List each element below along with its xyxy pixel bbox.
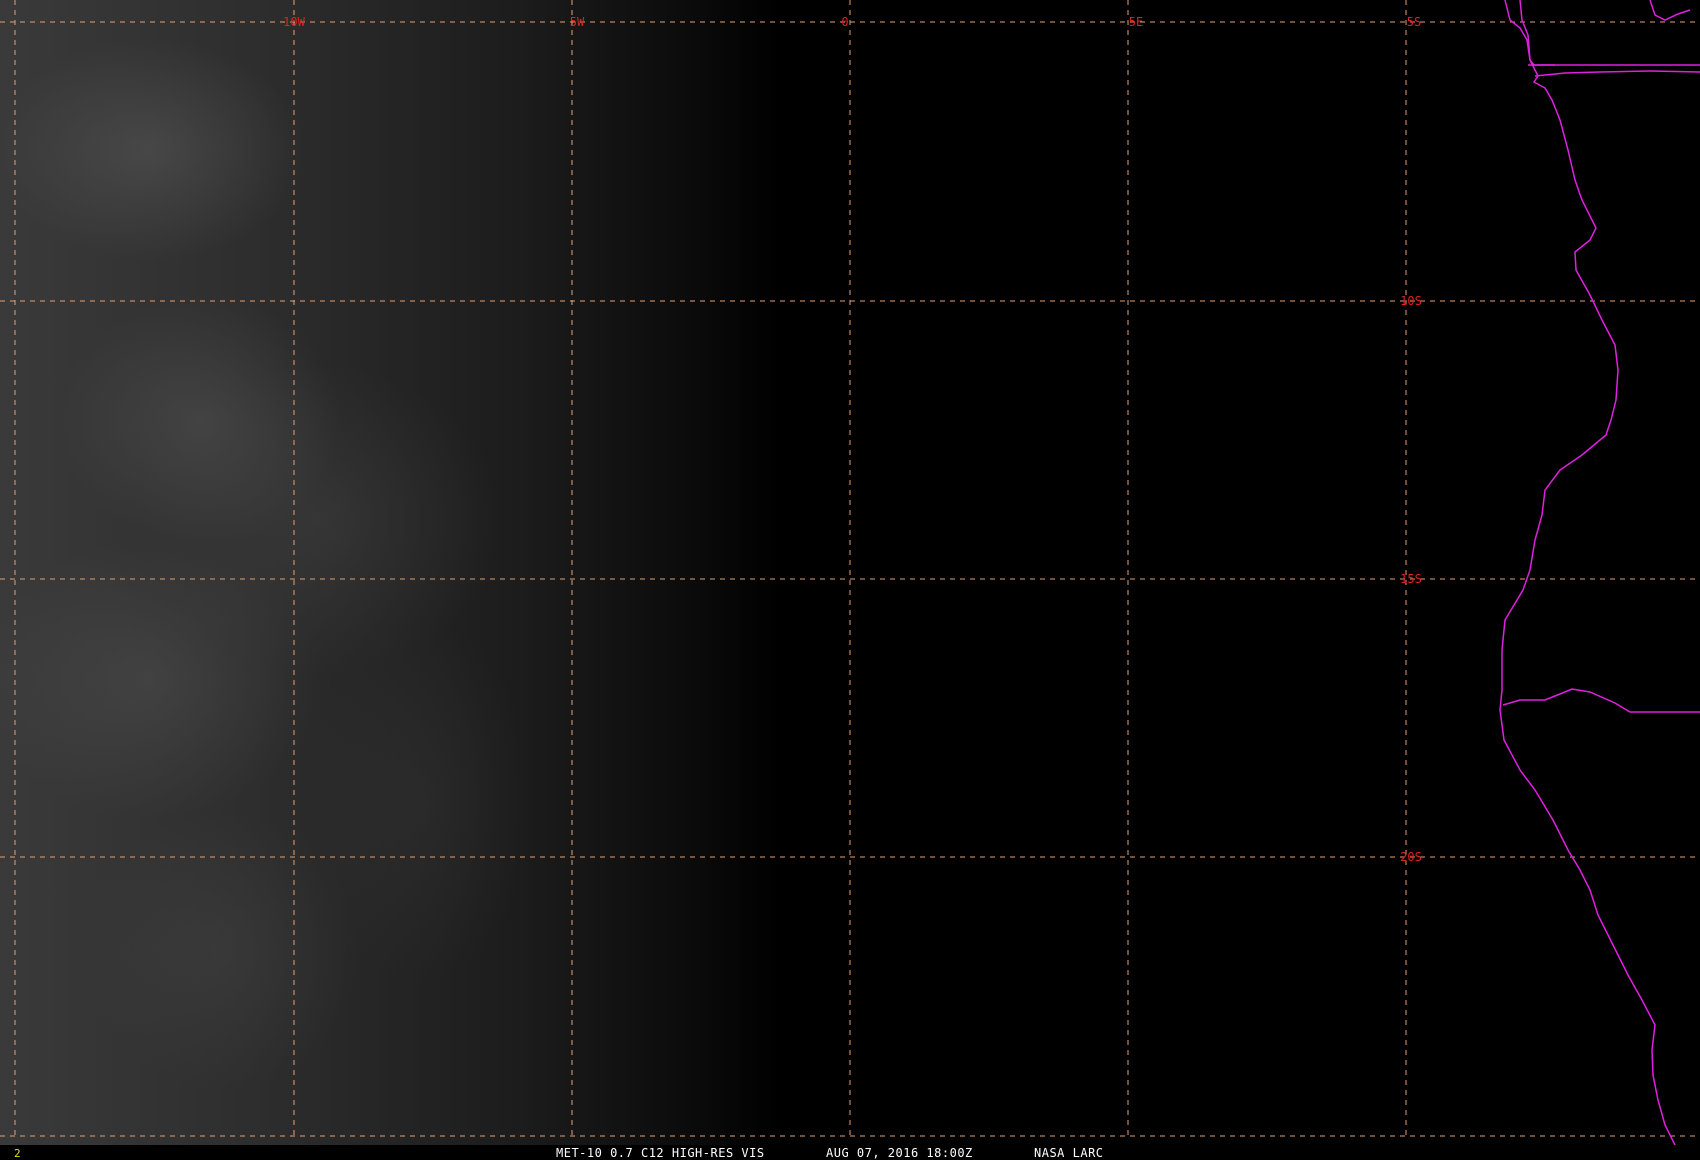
- datetime-caption: AUG 07, 2016 18:00Z: [826, 1146, 973, 1160]
- lon-label-5w: 5W: [570, 15, 585, 29]
- lat-label-15s: 15S: [1400, 572, 1422, 586]
- border-angola-namibia: [1502, 688, 1700, 713]
- lon-label-10w: 10W: [283, 15, 305, 29]
- longitude-grid-lines: [14, 0, 1407, 1140]
- lat-label-10s: 10S: [1400, 294, 1422, 308]
- africa-coastline: [1499, 0, 1676, 1145]
- lat-label-5s: 5S: [1407, 15, 1421, 29]
- border-angola-drc: [1534, 70, 1700, 77]
- border-northeast-fragment: [1649, 0, 1691, 21]
- source-caption: NASA LARC: [1034, 1146, 1104, 1160]
- satellite-image-viewer: 10W 5W 0 5E 5S 10S 15S 20S 2 MET-10 0.7 …: [0, 0, 1700, 1160]
- lat-label-20s: 20S: [1400, 850, 1422, 864]
- lon-label-5e: 5E: [1129, 15, 1143, 29]
- coastline-borders: [1499, 0, 1700, 1145]
- grid-labels: 10W 5W 0 5E 5S 10S 15S 20S: [283, 15, 1422, 864]
- border-congo-angola-north: [1519, 0, 1555, 66]
- latitude-grid-lines: [0, 21, 1700, 1137]
- product-caption: MET-10 0.7 C12 HIGH-RES VIS: [556, 1146, 765, 1160]
- map-overlay: 10W 5W 0 5E 5S 10S 15S 20S: [0, 0, 1700, 1145]
- lon-label-0: 0: [841, 15, 848, 29]
- frame-number: 2: [14, 1147, 21, 1160]
